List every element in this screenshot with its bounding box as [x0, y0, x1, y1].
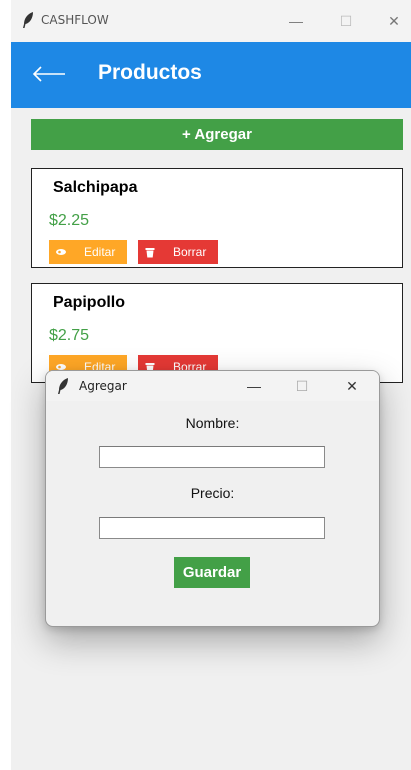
add-product-button[interactable]: + Agregar	[31, 119, 403, 150]
dialog-titlebar: Agregar — ☐ ✕	[46, 371, 379, 401]
delete-button[interactable]: Borrar	[138, 240, 218, 264]
dialog-title: Agregar	[79, 379, 127, 393]
minimize-button[interactable]: —	[281, 8, 311, 34]
dialog-minimize-button[interactable]: —	[239, 373, 269, 399]
arrow-left-icon[interactable]	[31, 62, 67, 86]
product-name: Papipollo	[53, 294, 125, 311]
product-price: $2.25	[49, 212, 90, 229]
edit-button[interactable]: Editar	[49, 240, 127, 264]
trash-icon	[141, 247, 159, 258]
product-card: Salchipapa $2.25 Editar Borrar	[31, 168, 403, 268]
name-field[interactable]	[99, 446, 325, 468]
maximize-button[interactable]: ☐	[331, 8, 361, 34]
add-product-dialog: Agregar — ☐ ✕ Nombre: Precio: Guardar	[45, 370, 380, 627]
main-titlebar: CASHFLOW — ☐ ✕	[11, 0, 411, 42]
price-label: Precio:	[190, 485, 235, 501]
app-header: Productos	[11, 42, 411, 108]
feather-icon	[58, 378, 68, 394]
dialog-maximize-button[interactable]: ☐	[287, 373, 317, 399]
window-title: CASHFLOW	[41, 13, 109, 27]
dialog-close-button[interactable]: ✕	[337, 373, 367, 399]
product-name: Salchipapa	[53, 179, 138, 196]
close-button[interactable]: ✕	[379, 8, 409, 34]
feather-icon	[23, 12, 33, 28]
save-button[interactable]: Guardar	[174, 557, 250, 588]
edit-label: Editar	[84, 245, 116, 259]
product-card: Papipollo $2.75 Editar Borrar	[31, 283, 403, 383]
name-label: Nombre:	[185, 415, 240, 431]
pencil-icon	[52, 247, 70, 257]
price-field[interactable]	[99, 517, 325, 539]
product-price: $2.75	[49, 327, 90, 344]
page-title: Productos	[98, 61, 202, 84]
delete-label: Borrar	[173, 245, 207, 259]
